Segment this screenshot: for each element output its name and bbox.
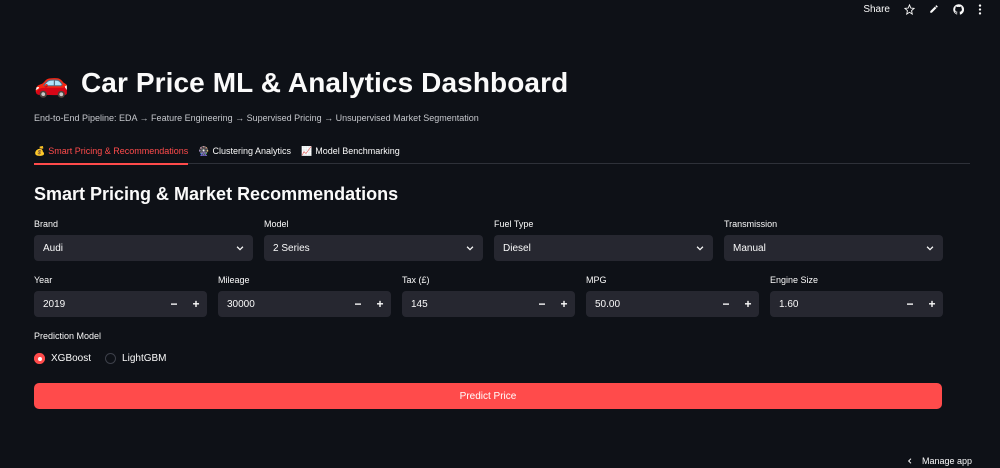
mpg-increment-button[interactable]: + [737, 291, 759, 317]
transmission-label: Transmission [724, 219, 778, 229]
mileage-decrement-button[interactable]: − [347, 291, 369, 317]
radio-xgboost[interactable]: XGBoost [34, 353, 91, 364]
brand-value: Audi [43, 242, 64, 254]
chevron-down-icon [236, 246, 244, 251]
year-decrement-button[interactable]: − [163, 291, 185, 317]
transmission-value: Manual [733, 242, 766, 254]
pencil-icon[interactable] [929, 4, 939, 14]
mileage-input[interactable]: 30000 [218, 299, 347, 310]
page-title-text: Car Price ML & Analytics Dashboard [80, 66, 569, 98]
tab-clustering-analytics[interactable]: 🎡 Clustering Analytics [198, 138, 291, 164]
brand-select[interactable]: Audi [34, 235, 253, 261]
fuel-type-label: Fuel Type [494, 219, 534, 229]
mpg-decrement-button[interactable]: − [715, 291, 737, 317]
year-number-input: 2019 − + [34, 291, 207, 317]
year-field: Year 2019 − + [34, 275, 207, 317]
engine-size-field: Engine Size 1.60 − + [770, 275, 943, 317]
transmission-select[interactable]: Manual [724, 235, 943, 261]
share-button[interactable]: Share [863, 4, 890, 15]
star-icon[interactable] [904, 3, 915, 15]
tab-bar: 💰 Smart Pricing & Recommendations 🎡 Clus… [34, 138, 970, 165]
money-bag-icon: 💰 [34, 145, 46, 156]
radio-label: XGBoost [51, 353, 92, 364]
engine-size-increment-button[interactable]: + [921, 291, 943, 317]
tax-number-input: 145 − + [402, 291, 575, 317]
year-label: Year [34, 275, 53, 285]
github-icon[interactable] [953, 3, 964, 15]
radio-checked-icon [34, 353, 45, 364]
chevron-left-icon [907, 458, 912, 464]
mileage-field: Mileage 30000 − + [218, 275, 391, 317]
tax-field: Tax (£) 145 − + [402, 275, 575, 317]
tab-label: Smart Pricing & Recommendations [48, 146, 189, 156]
engine-size-decrement-button[interactable]: − [899, 291, 921, 317]
chevron-down-icon [696, 246, 704, 251]
tab-smart-pricing[interactable]: 💰 Smart Pricing & Recommendations [34, 138, 189, 165]
page-title: 🚗 Car Price ML & Analytics Dashboard [34, 66, 568, 99]
tax-input[interactable]: 145 [402, 299, 531, 310]
chart-increasing-icon: 📈 [301, 145, 313, 156]
fuel-type-field: Fuel Type Diesel [494, 219, 713, 261]
engine-size-label: Engine Size [770, 275, 819, 285]
tax-increment-button[interactable]: + [553, 291, 575, 317]
fuel-type-value: Diesel [503, 242, 531, 254]
mpg-field: MPG 50.00 − + [586, 275, 759, 317]
year-input[interactable]: 2019 [34, 299, 163, 310]
engine-size-number-input: 1.60 − + [770, 291, 943, 317]
year-increment-button[interactable]: + [185, 291, 207, 317]
number-row: Year 2019 − + Mileage 30000 − + Tax (£) … [34, 275, 943, 317]
chevron-down-icon [926, 246, 934, 251]
prediction-model-radio-group: XGBoost LightGBM [34, 353, 167, 364]
mpg-label: MPG [586, 275, 607, 285]
model-field: Model 2 Series [264, 219, 483, 261]
select-row: Brand Audi Model 2 Series Fuel Type Dies… [34, 219, 943, 261]
radio-lightgbm[interactable]: LightGBM [105, 353, 167, 364]
app-toolbar: Share [863, 0, 1000, 18]
mileage-number-input: 30000 − + [218, 291, 391, 317]
tax-decrement-button[interactable]: − [531, 291, 553, 317]
engine-size-input[interactable]: 1.60 [770, 299, 899, 310]
radio-label: LightGBM [122, 353, 167, 364]
tax-label: Tax (£) [402, 275, 430, 285]
model-label: Model [264, 219, 289, 229]
brand-field: Brand Audi [34, 219, 253, 261]
model-value: 2 Series [273, 242, 310, 254]
prediction-model-label: Prediction Model [34, 331, 102, 341]
brand-label: Brand [34, 219, 59, 229]
mileage-label: Mileage [218, 275, 250, 285]
manage-app-label: Manage app [921, 456, 972, 466]
mpg-number-input: 50.00 − + [586, 291, 759, 317]
fuel-type-select[interactable]: Diesel [494, 235, 713, 261]
transmission-field: Transmission Manual [724, 219, 943, 261]
manage-app-button[interactable]: Manage app [906, 454, 972, 468]
tab-label: Clustering Analytics [212, 146, 292, 156]
chevron-down-icon [466, 246, 474, 251]
more-vertical-icon[interactable] [978, 3, 982, 15]
tab-model-benchmarking[interactable]: 📈 Model Benchmarking [301, 138, 400, 164]
page-subtitle: End-to-End Pipeline: EDA → Feature Engin… [34, 113, 479, 123]
mileage-increment-button[interactable]: + [369, 291, 391, 317]
model-select[interactable]: 2 Series [264, 235, 483, 261]
mpg-input[interactable]: 50.00 [586, 299, 715, 310]
car-icon: 🚗 [34, 67, 69, 98]
section-title: Smart Pricing & Market Recommendations [34, 184, 399, 204]
ferris-wheel-icon: 🎡 [198, 145, 210, 156]
tab-label: Model Benchmarking [315, 146, 400, 156]
radio-unchecked-icon [105, 353, 117, 364]
predict-price-button[interactable]: Predict Price [34, 383, 942, 409]
